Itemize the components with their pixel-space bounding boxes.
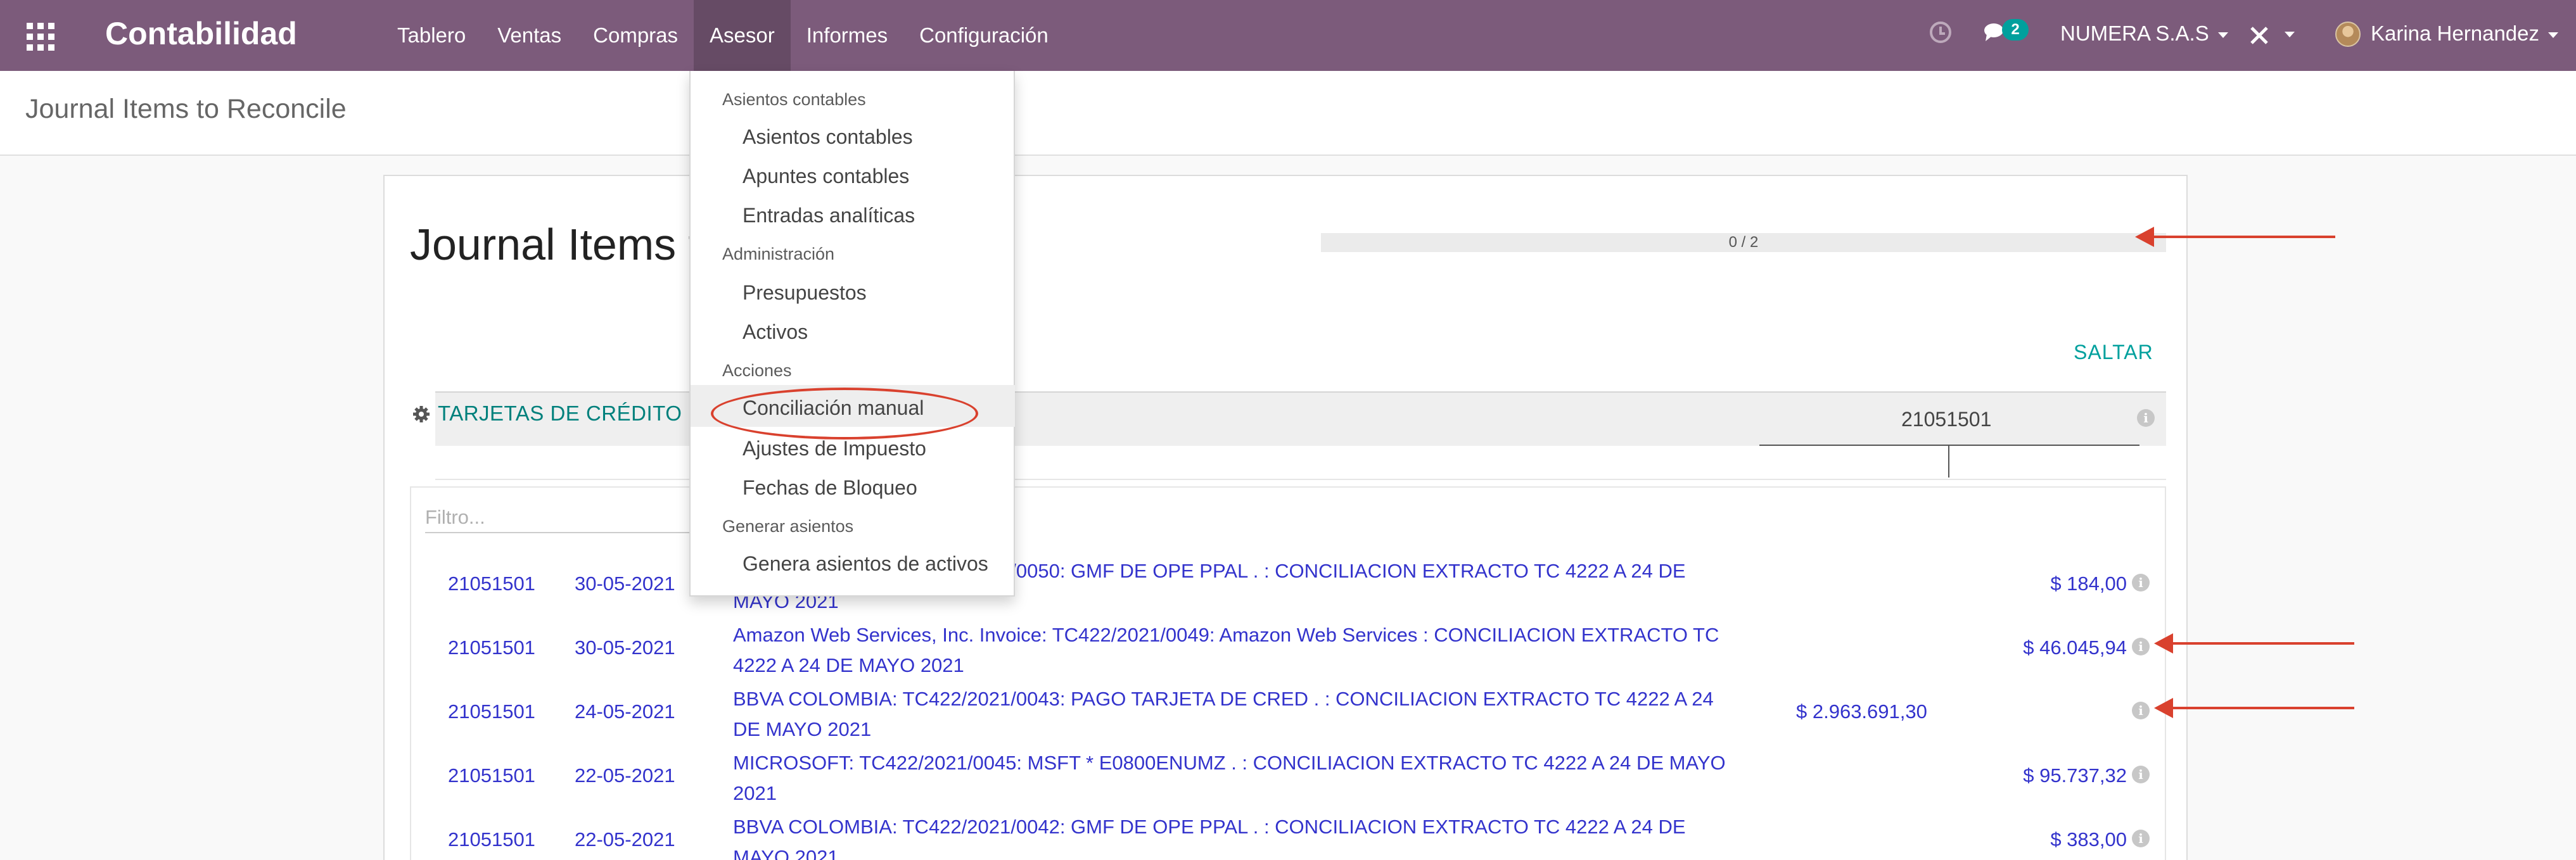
table-row[interactable]: 21051501 30-05-2021 Amazon Web Services,… [385,620,2189,683]
annotation-arrow [2154,698,2354,718]
row-label: BBVA COLOMBIA: TC422/2021/0042: GMF DE O… [733,816,1686,860]
info-icon[interactable]: i [2132,638,2150,655]
dropdown-section-header: Generar asientos [722,517,854,536]
menu-tablero[interactable]: Tablero [381,0,481,71]
filter-input[interactable] [425,503,704,533]
row-credit: $ 383,00 [2050,828,2127,851]
row-label: Amazon Web Services, Inc. Invoice: TC422… [733,624,1719,676]
debug-tools-icon[interactable] [2247,23,2272,48]
avatar[interactable] [2335,22,2361,47]
table-row[interactable]: 21051501 30-05-2021 BBVA COLOMBIA: TC422… [385,556,2189,619]
row-credit: $ 184,00 [2050,572,2127,595]
row-credit: $ 46.045,94 [2023,636,2127,659]
row-date: 22-05-2021 [575,828,675,851]
menu-item-ajustes-de-impuesto[interactable]: Ajustes de Impuesto [743,437,926,460]
menu-item-fechas-de-bloqueo[interactable]: Fechas de Bloqueo [743,476,917,500]
control-panel: Journal Items to Reconcile [0,71,2576,156]
table-row[interactable]: 21051501 24-05-2021 BBVA COLOMBIA: TC422… [385,684,2189,747]
progress-label: 0 / 2 [1728,234,1759,251]
dropdown-section-header: Asientos contables [722,90,866,109]
menu-informes[interactable]: Informes [791,0,903,71]
row-label: MICROSOFT: TC422/2021/0045: MSFT * E0800… [733,752,1726,804]
dropdown-section-header: Administración [722,244,835,263]
menu-item-genera-asientos-de-activos[interactable]: Genera asientos de activos [743,552,988,576]
asesor-dropdown-menu: Asientos contables Asientos contables Ap… [689,71,1015,597]
menu-item-asientos-contables[interactable]: Asientos contables [743,125,913,149]
row-date: 22-05-2021 [575,764,675,787]
menu-item-presupuestos[interactable]: Presupuestos [743,281,867,305]
row-date: 24-05-2021 [575,700,675,723]
breadcrumb: Journal Items to Reconcile [25,94,347,124]
balance-divider-vertical [1948,445,1949,477]
top-navbar: Contabilidad Tablero Ventas Compras Ases… [0,0,2576,71]
info-icon[interactable]: i [2132,702,2150,719]
progress-bar: 0 / 2 [1321,233,2166,252]
menu-compras[interactable]: Compras [577,0,694,71]
menu-item-entradas-analiticas[interactable]: Entradas analíticas [743,204,915,227]
info-icon[interactable]: i [2132,574,2150,591]
user-name: Karina Hernandez [2371,22,2539,45]
row-label: BBVA COLOMBIA: TC422/2021/0043: PAGO TAR… [733,688,1714,740]
row-account: 21051501 [448,764,535,787]
apps-menu-icon[interactable] [27,23,54,51]
row-date: 30-05-2021 [575,636,675,659]
row-debit: $ 2.963.691,30 [1796,700,1927,723]
row-account: 21051501 [448,572,535,595]
info-icon[interactable]: i [2137,409,2155,427]
table-row[interactable]: 21051501 22-05-2021 MICROSOFT: TC422/202… [385,748,2189,811]
annotation-arrow [2154,633,2354,654]
company-switcher[interactable]: NUMERA S.A.S [2060,22,2228,46]
annotation-arrow [2135,227,2335,247]
chevron-down-icon [2217,32,2228,38]
reconcile-sheet: Journal Items t 0 / 2 SALTAR TARJETAS DE… [383,175,2188,860]
menu-configuracion[interactable]: Configuración [903,0,1064,71]
dropdown-section-header: Acciones [722,361,792,380]
company-name: NUMERA S.A.S [2060,22,2209,45]
menu-ventas[interactable]: Ventas [481,0,577,71]
info-icon[interactable]: i [2132,766,2150,783]
menu-item-activos[interactable]: Activos [743,320,808,344]
row-account: 21051501 [448,828,535,851]
page-title: Journal Items t [410,220,701,269]
user-menu[interactable]: Karina Hernandez [2371,22,2558,46]
menu-item-apuntes-contables[interactable]: Apuntes contables [743,165,909,188]
row-account: 21051501 [448,636,535,659]
table-row[interactable]: 21051501 22-05-2021 BBVA COLOMBIA: TC422… [385,812,2189,860]
row-date: 30-05-2021 [575,572,675,595]
clock-icon[interactable] [1930,22,1951,43]
annotation-circle [711,388,978,439]
chat-count-badge: 2 [2002,19,2029,41]
app-brand[interactable]: Contabilidad [105,15,297,52]
skip-button[interactable]: SALTAR [2074,341,2153,364]
row-credit: $ 95.737,32 [2023,764,2127,787]
chevron-down-icon [2548,32,2558,38]
menu-asesor[interactable]: Asesor [694,0,791,71]
account-name[interactable]: TARJETAS DE CRÉDITO [438,402,682,426]
row-account: 21051501 [448,700,535,723]
gear-icon[interactable] [412,405,430,423]
info-icon[interactable]: i [2132,830,2150,847]
main-menu: Tablero Ventas Compras Asesor Informes C… [381,0,1064,71]
account-code: 21051501 [1901,408,1992,431]
chevron-down-icon [2285,32,2295,37]
balance-divider [1759,445,2139,446]
